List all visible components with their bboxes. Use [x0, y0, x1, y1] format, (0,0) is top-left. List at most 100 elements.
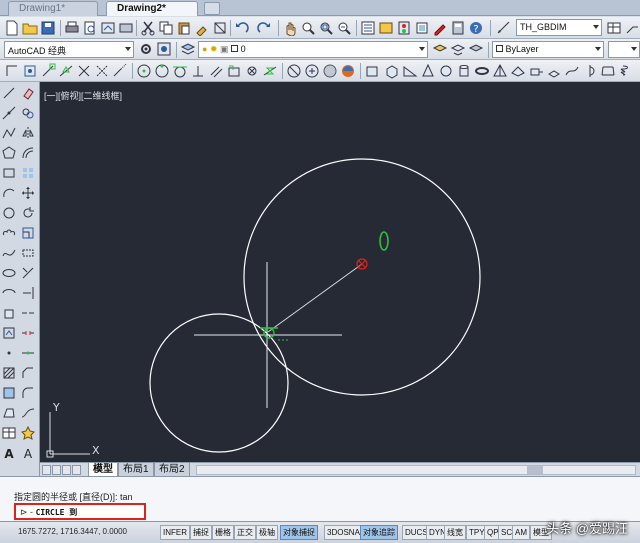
gradient-icon[interactable] [2, 386, 16, 400]
presspull-icon[interactable] [546, 63, 562, 79]
circle-icon[interactable] [2, 206, 16, 220]
toggle-am[interactable]: AM [512, 525, 530, 540]
open-folder-icon[interactable] [22, 20, 38, 36]
point-icon[interactable] [2, 346, 16, 360]
arc-icon[interactable] [2, 186, 16, 200]
snap-apparent-icon[interactable] [94, 63, 110, 79]
chamfer-icon[interactable] [21, 366, 35, 380]
redo-icon[interactable] [256, 20, 272, 36]
snap-intersection-icon[interactable] [76, 63, 92, 79]
help-icon[interactable]: ? [468, 20, 484, 36]
snap-node-icon[interactable] [244, 63, 260, 79]
snap-insert-icon[interactable] [226, 63, 242, 79]
next-layout-button[interactable] [62, 465, 71, 475]
snap-center-icon[interactable] [136, 63, 152, 79]
snap-quadrant-icon[interactable] [154, 63, 170, 79]
rectangle-icon[interactable] [2, 166, 16, 180]
snap-nearest-icon[interactable] [262, 63, 278, 79]
blend-curves-icon[interactable] [21, 406, 35, 420]
horizontal-scrollbar[interactable] [196, 465, 636, 475]
move-icon[interactable] [21, 186, 35, 200]
new-file-icon[interactable] [4, 20, 20, 36]
planar-surface-icon[interactable] [510, 63, 526, 79]
toggle-lineweight[interactable]: 线宽 [444, 525, 466, 540]
break-at-point-icon[interactable] [21, 306, 35, 320]
snap-from-icon[interactable] [22, 63, 38, 79]
zoom-previous-icon[interactable] [336, 20, 352, 36]
toggle-ortho[interactable]: 正交 [234, 525, 256, 540]
publish-icon[interactable] [100, 20, 116, 36]
trim-icon[interactable] [21, 266, 35, 280]
toggle-grid[interactable]: 栅格 [212, 525, 234, 540]
undo-icon[interactable] [234, 20, 250, 36]
dimension-style-select[interactable]: TH_GBDIM [516, 19, 602, 36]
revolve-icon[interactable] [582, 63, 598, 79]
snap-endpoint-icon[interactable] [40, 63, 56, 79]
scrollbar-thumb[interactable] [527, 466, 543, 474]
calculator-icon[interactable] [450, 20, 466, 36]
match-properties-icon[interactable] [194, 20, 210, 36]
workspace-toggle-icon[interactable] [156, 41, 172, 57]
cut-icon[interactable] [140, 20, 156, 36]
zoom-realtime-icon[interactable] [300, 20, 316, 36]
ellipse-icon[interactable] [2, 266, 16, 280]
workspace-select[interactable]: AutoCAD 经典 [4, 41, 134, 58]
insert-block-icon[interactable] [2, 306, 16, 320]
snap-none-icon[interactable] [286, 63, 302, 79]
rotate-icon[interactable] [21, 206, 35, 220]
extend-icon[interactable] [21, 286, 35, 300]
break-icon[interactable] [21, 326, 35, 340]
torus-icon[interactable] [474, 63, 490, 79]
array-icon[interactable] [21, 166, 35, 180]
multiline-text-icon[interactable]: A [2, 446, 16, 460]
pan-hand-icon[interactable] [282, 20, 298, 36]
join-icon[interactable] [21, 346, 35, 360]
snap-tangent-icon[interactable] [172, 63, 188, 79]
layer-previous-icon[interactable] [450, 41, 466, 57]
dimension-style-icon[interactable] [496, 20, 512, 36]
tab-drawing1[interactable]: Drawing1* [8, 1, 98, 16]
prev-layout-button[interactable] [52, 465, 61, 475]
layer-select[interactable]: ● ✹ ▣ 0 [198, 41, 428, 58]
sheet-set-icon[interactable] [414, 20, 430, 36]
revcloud-icon[interactable] [2, 226, 16, 240]
material-sphere-icon[interactable] [340, 63, 356, 79]
stretch-icon[interactable] [21, 246, 35, 260]
snap-midpoint-icon[interactable] [58, 63, 74, 79]
temporary-track-icon[interactable] [4, 63, 20, 79]
spline-icon[interactable] [2, 246, 16, 260]
polyline-icon[interactable] [2, 126, 16, 140]
design-center-icon[interactable] [378, 20, 394, 36]
print-preview-icon[interactable] [82, 20, 98, 36]
pyramid-icon[interactable] [492, 63, 508, 79]
print-icon[interactable] [64, 20, 80, 36]
line-icon[interactable] [2, 86, 16, 100]
drawing-canvas[interactable]: [一][俯视][二维线框] Y X [40, 82, 640, 462]
tab-layout1[interactable]: 布局1 [118, 463, 154, 477]
toggle-otrack[interactable]: 对象追踪 [360, 525, 398, 540]
make-block-icon[interactable] [2, 326, 16, 340]
tab-drawing2[interactable]: Drawing2* [106, 1, 198, 16]
render-sphere-icon[interactable] [322, 63, 338, 79]
polygon-icon[interactable] [2, 146, 16, 160]
scale-icon[interactable] [21, 226, 35, 240]
linetype-control-select[interactable] [608, 41, 640, 58]
explode-icon[interactable] [21, 426, 35, 440]
cone-icon[interactable] [420, 63, 436, 79]
markup-set-icon[interactable] [432, 20, 448, 36]
copy-icon[interactable] [158, 20, 174, 36]
layer-properties-icon[interactable] [180, 41, 196, 57]
helix-icon[interactable] [620, 63, 636, 79]
copy-object-icon[interactable] [21, 106, 35, 120]
multileader-style-icon[interactable] [624, 20, 640, 36]
table-icon[interactable] [2, 426, 16, 440]
snap-perpendicular-icon[interactable] [190, 63, 206, 79]
single-line-text-icon[interactable]: A [21, 446, 35, 460]
new-tab-button[interactable] [204, 2, 220, 15]
tool-palettes-icon[interactable] [396, 20, 412, 36]
make-current-layer-icon[interactable] [432, 41, 448, 57]
plot-icon[interactable] [118, 20, 134, 36]
zoom-window-icon[interactable] [318, 20, 334, 36]
region-icon[interactable] [2, 406, 16, 420]
snap-extension-icon[interactable] [112, 63, 128, 79]
